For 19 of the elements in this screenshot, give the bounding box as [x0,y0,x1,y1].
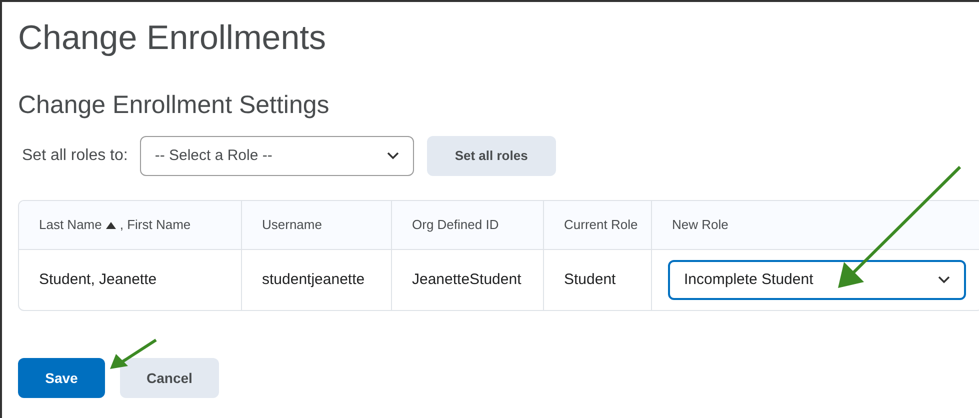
set-all-roles-button[interactable]: Set all roles [426,136,556,176]
table-cell-text: studentjeanette [262,270,365,290]
section-title: Change Enrollment Settings [18,90,330,121]
table-cell-text: Student [564,270,616,290]
cancel-button[interactable]: Cancel [120,358,219,398]
column-header: Username [262,216,322,234]
chevron-down-icon [938,276,950,284]
new-role-select[interactable]: Incomplete Student [668,260,966,300]
save-button[interactable]: Save [18,358,105,398]
table-cell-text: JeanetteStudent [412,270,522,290]
column-header: Current Role [564,216,638,234]
chevron-down-icon [386,152,399,160]
column-header: New Role [672,216,728,234]
column-header: Org Defined ID [412,216,499,234]
role-select[interactable]: -- Select a Role -- [140,136,414,176]
table-cell-text: Student, Jeanette [39,270,157,290]
column-header[interactable]: Last Name , First Name [39,215,191,235]
page-title: Change Enrollments [18,18,328,59]
set-all-label: Set all roles to: [22,146,128,166]
